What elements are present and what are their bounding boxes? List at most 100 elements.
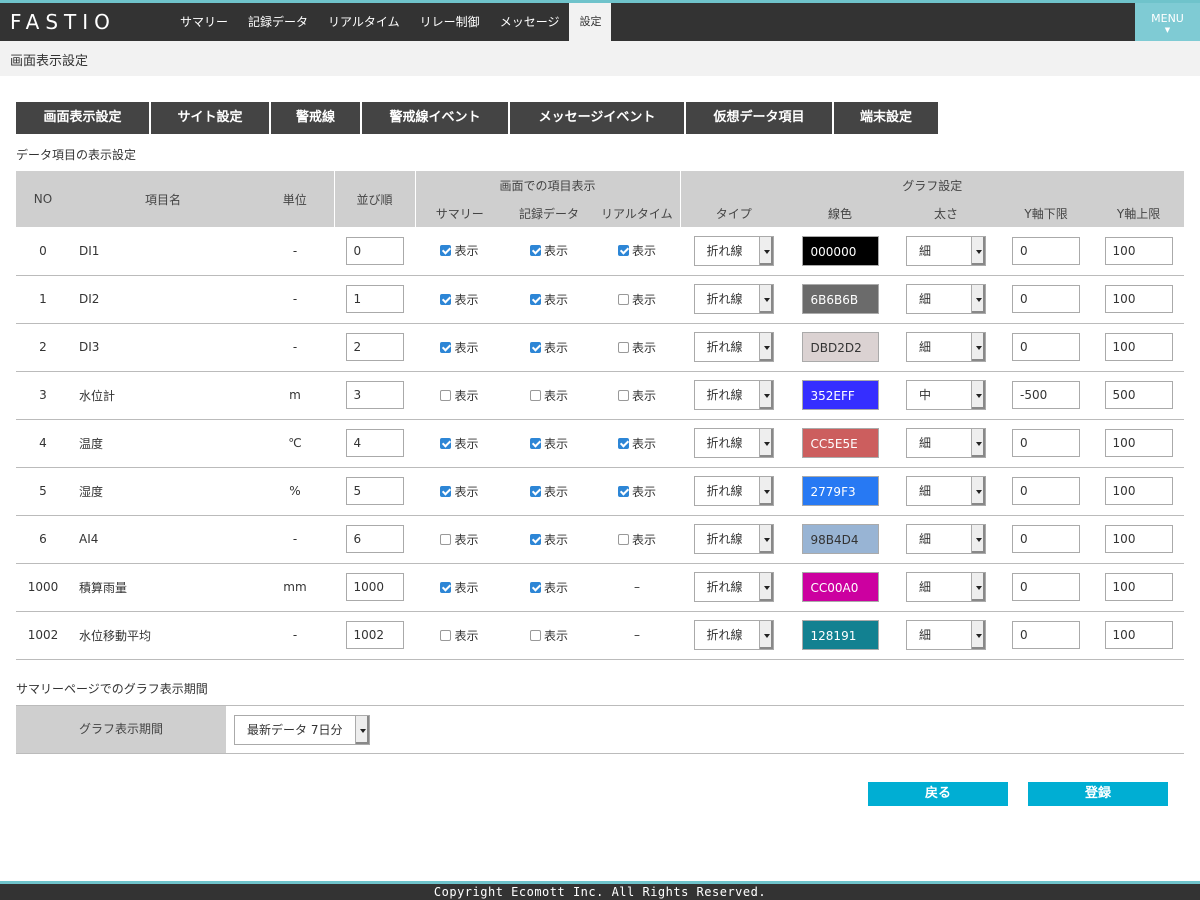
order-input[interactable] — [345, 525, 404, 553]
line-color-swatch[interactable]: 6B6B6B — [801, 284, 879, 314]
tab-0[interactable]: 画面表示設定 — [16, 102, 151, 134]
order-input[interactable] — [345, 573, 404, 601]
summary-checkbox[interactable]: 表示 — [440, 579, 479, 596]
tab-4[interactable]: メッセージイベント — [510, 102, 686, 134]
ymin-input[interactable] — [1012, 285, 1081, 313]
ymax-input[interactable] — [1104, 381, 1173, 409]
type-select[interactable]: 折れ線 — [693, 524, 774, 554]
summary-checkbox[interactable]: 表示 — [440, 291, 479, 308]
width-select[interactable]: 中 — [906, 380, 987, 410]
line-color-swatch[interactable]: DBD2D2 — [801, 332, 879, 362]
ymax-input[interactable] — [1104, 573, 1173, 601]
tab-5[interactable]: 仮想データ項目 — [686, 102, 834, 134]
ymax-input[interactable] — [1104, 525, 1173, 553]
ymin-input[interactable] — [1012, 381, 1081, 409]
order-input[interactable] — [345, 429, 404, 457]
type-select[interactable]: 折れ線 — [693, 235, 774, 266]
summary-checkbox[interactable]: 表示 — [440, 339, 479, 356]
type-select[interactable]: 折れ線 — [693, 572, 774, 602]
ymin-input[interactable] — [1012, 236, 1081, 265]
nav-item-1[interactable]: 記録データ — [238, 3, 318, 41]
summary-checkbox[interactable]: 表示 — [440, 627, 479, 644]
tab-3[interactable]: 警戒線イベント — [362, 102, 510, 134]
ymin-input[interactable] — [1012, 525, 1081, 553]
realtime-checkbox[interactable]: 表示 — [618, 387, 656, 404]
record-checkbox[interactable]: 表示 — [529, 291, 568, 308]
tab-2[interactable]: 警戒線 — [271, 102, 362, 134]
tab-6[interactable]: 端末設定 — [834, 102, 940, 134]
order-input[interactable] — [345, 285, 404, 313]
line-color-swatch[interactable]: 000000 — [801, 235, 879, 266]
record-checkbox[interactable]: 表示 — [529, 579, 568, 596]
checkbox-icon — [529, 581, 541, 593]
type-select[interactable]: 折れ線 — [693, 476, 774, 506]
realtime-checkbox[interactable]: 表示 — [618, 483, 656, 500]
order-input[interactable] — [345, 333, 404, 361]
ymin-input[interactable] — [1012, 429, 1081, 457]
type-select[interactable]: 折れ線 — [693, 380, 774, 410]
order-input[interactable] — [345, 621, 404, 649]
width-select[interactable]: 細 — [906, 476, 987, 506]
ymax-input[interactable] — [1104, 333, 1173, 361]
order-input[interactable] — [345, 236, 404, 265]
type-select[interactable]: 折れ線 — [693, 332, 774, 362]
nav-item-0[interactable]: サマリー — [170, 3, 238, 41]
record-checkbox[interactable]: 表示 — [529, 627, 568, 644]
register-button[interactable]: 登録 — [1028, 782, 1168, 806]
line-color-swatch[interactable]: 352EFF — [801, 380, 879, 410]
line-color-swatch[interactable]: 128191 — [801, 620, 879, 650]
width-select[interactable]: 細 — [906, 572, 987, 602]
summary-checkbox[interactable]: 表示 — [440, 387, 479, 404]
line-color-swatch[interactable]: 98B4D4 — [801, 524, 879, 554]
summary-checkbox[interactable]: 表示 — [440, 242, 479, 259]
realtime-checkbox[interactable]: 表示 — [618, 435, 656, 452]
realtime-checkbox[interactable]: 表示 — [618, 339, 656, 356]
record-checkbox[interactable]: 表示 — [529, 531, 568, 548]
ymin-input[interactable] — [1012, 573, 1081, 601]
summary-checkbox[interactable]: 表示 — [440, 483, 479, 500]
ymin-input[interactable] — [1012, 621, 1081, 649]
record-checkbox[interactable]: 表示 — [529, 339, 568, 356]
back-button[interactable]: 戻る — [868, 782, 1008, 806]
tab-1[interactable]: サイト設定 — [151, 102, 271, 134]
record-checkbox[interactable]: 表示 — [529, 242, 568, 259]
checkbox-icon — [618, 437, 629, 449]
width-select[interactable]: 細 — [906, 620, 987, 650]
chevron-down-icon — [971, 381, 986, 409]
width-select[interactable]: 細 — [906, 428, 987, 458]
line-color-swatch[interactable]: 2779F3 — [801, 476, 879, 506]
record-checkbox[interactable]: 表示 — [529, 435, 568, 452]
width-select[interactable]: 細 — [906, 332, 987, 362]
nav-item-3[interactable]: リレー制御 — [410, 3, 490, 41]
line-color-swatch[interactable]: CC00A0 — [801, 572, 879, 602]
type-select[interactable]: 折れ線 — [693, 620, 774, 650]
summary-checkbox[interactable]: 表示 — [440, 531, 479, 548]
record-checkbox[interactable]: 表示 — [529, 387, 568, 404]
nav-item-4[interactable]: メッセージ — [490, 3, 570, 41]
type-select[interactable]: 折れ線 — [693, 284, 774, 314]
nav-item-2[interactable]: リアルタイム — [318, 3, 410, 41]
width-select[interactable]: 細 — [906, 284, 987, 314]
summary-checkbox[interactable]: 表示 — [440, 435, 479, 452]
record-checkbox[interactable]: 表示 — [529, 483, 568, 500]
realtime-checkbox[interactable]: 表示 — [618, 531, 656, 548]
order-input[interactable] — [345, 381, 404, 409]
row-name: 水位計 — [70, 371, 256, 420]
ymin-input[interactable] — [1012, 333, 1081, 361]
menu-button[interactable]: MENU ▼ — [1135, 3, 1200, 41]
ymax-input[interactable] — [1104, 236, 1173, 265]
realtime-checkbox[interactable]: 表示 — [618, 242, 656, 259]
ymax-input[interactable] — [1104, 429, 1173, 457]
realtime-checkbox[interactable]: 表示 — [618, 291, 656, 308]
ymax-input[interactable] — [1104, 477, 1173, 505]
ymax-input[interactable] — [1104, 621, 1173, 649]
ymin-input[interactable] — [1012, 477, 1081, 505]
order-input[interactable] — [345, 477, 404, 505]
line-color-swatch[interactable]: CC5E5E — [801, 428, 879, 458]
width-select[interactable]: 細 — [906, 235, 987, 266]
period-select[interactable]: 最新データ 7日分 — [234, 715, 370, 745]
width-select[interactable]: 細 — [906, 524, 987, 554]
ymax-input[interactable] — [1104, 285, 1173, 313]
type-select[interactable]: 折れ線 — [693, 428, 774, 458]
nav-item-5[interactable]: 設定 — [569, 3, 612, 41]
